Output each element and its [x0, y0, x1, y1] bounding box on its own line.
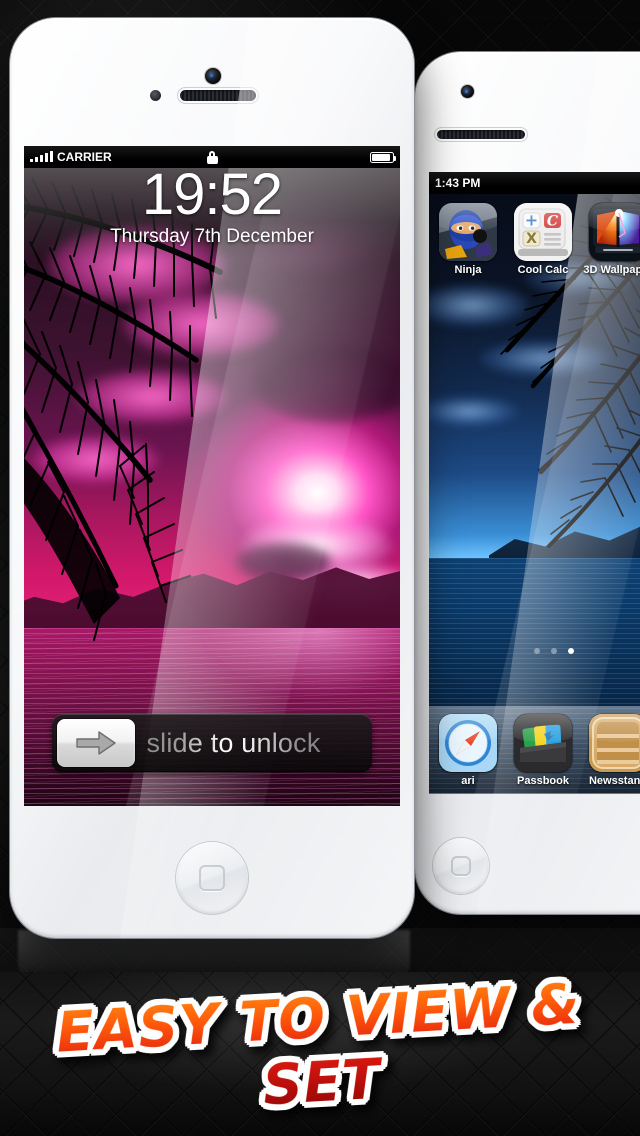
calculator-app-icon: + C X	[514, 203, 572, 261]
home-status-bar: 1:43 PM	[429, 172, 640, 194]
dock-app-newsstand[interactable]: Newsstand	[585, 714, 640, 794]
proximity-sensor-icon	[150, 90, 161, 101]
dock-app-safari[interactable]: ari	[435, 714, 501, 794]
home-button[interactable]	[176, 842, 248, 914]
slide-to-unlock-slider[interactable]: slide to unlock	[52, 714, 372, 772]
slide-to-unlock-label: slide to unlock	[135, 728, 372, 759]
lock-clock-date: Thursday 7th December	[110, 226, 314, 247]
page-dot-active[interactable]	[568, 648, 574, 654]
app-3d-wallpaper[interactable]: 3D Wallpaper	[583, 203, 640, 276]
home-screen-display: 1:43 PM Ninja + C X Cool Calc 3D Wallpap…	[429, 172, 640, 794]
ninja-app-icon	[439, 203, 497, 261]
page-dot[interactable]	[551, 648, 557, 654]
svg-text:C: C	[547, 214, 558, 230]
home-button[interactable]	[433, 838, 489, 894]
home-button-square-icon	[199, 865, 225, 891]
lock-clock-time: 19:52	[141, 162, 283, 227]
lock-icon	[206, 150, 218, 164]
passbook-app-icon	[514, 714, 572, 772]
front-camera-icon	[461, 85, 474, 98]
dock-app-passbook[interactable]: Passbook	[510, 714, 576, 794]
home-app-grid: Ninja + C X Cool Calc 3D Wallpap	[429, 194, 640, 276]
promo-screenshot: 1:43 PM Ninja + C X Cool Calc 3D Wallpap…	[0, 0, 640, 1136]
earpiece-speaker-icon	[180, 90, 256, 101]
app-label: Passbook	[517, 775, 569, 787]
front-camera-icon	[205, 68, 221, 84]
home-button-square-icon	[451, 856, 471, 876]
app-ninja[interactable]: Ninja	[435, 203, 501, 276]
lock-screen-display: CARRIER 19:52 Thursday 7th December slid…	[24, 146, 400, 806]
home-screen-phone: 1:43 PM Ninja + C X Cool Calc 3D Wallpap…	[415, 52, 640, 914]
slide-to-unlock-knob[interactable]	[57, 719, 135, 767]
home-status-time: 1:43 PM	[435, 176, 481, 190]
page-indicator-dots	[429, 648, 640, 654]
app-label: 3D Wallpaper	[583, 264, 640, 276]
promo-banner: EASY TO VIEW & SET	[0, 972, 640, 1136]
safari-app-icon	[439, 714, 497, 772]
wallpaper-app-icon	[589, 203, 640, 261]
page-dot[interactable]	[534, 648, 540, 654]
app-label: ari	[461, 775, 475, 787]
app-label: Ninja	[454, 264, 482, 276]
svg-text:X: X	[526, 231, 537, 247]
lock-status-bar: CARRIER	[24, 146, 400, 168]
app-cool-calc[interactable]: + C X Cool Calc	[510, 203, 576, 276]
home-dock: ari Passbook Newsstan	[429, 706, 640, 794]
lock-screen-phone: CARRIER 19:52 Thursday 7th December slid…	[10, 18, 414, 938]
app-label: Cool Calc	[517, 264, 569, 276]
battery-icon	[370, 151, 396, 163]
newsstand-app-icon	[589, 714, 640, 772]
svg-text:+: +	[525, 211, 538, 230]
lock-clock-panel: 19:52 Thursday 7th December	[24, 162, 400, 260]
earpiece-speaker-icon	[437, 130, 525, 139]
arrow-right-icon	[76, 731, 116, 755]
app-label: Newsstand	[588, 775, 640, 787]
